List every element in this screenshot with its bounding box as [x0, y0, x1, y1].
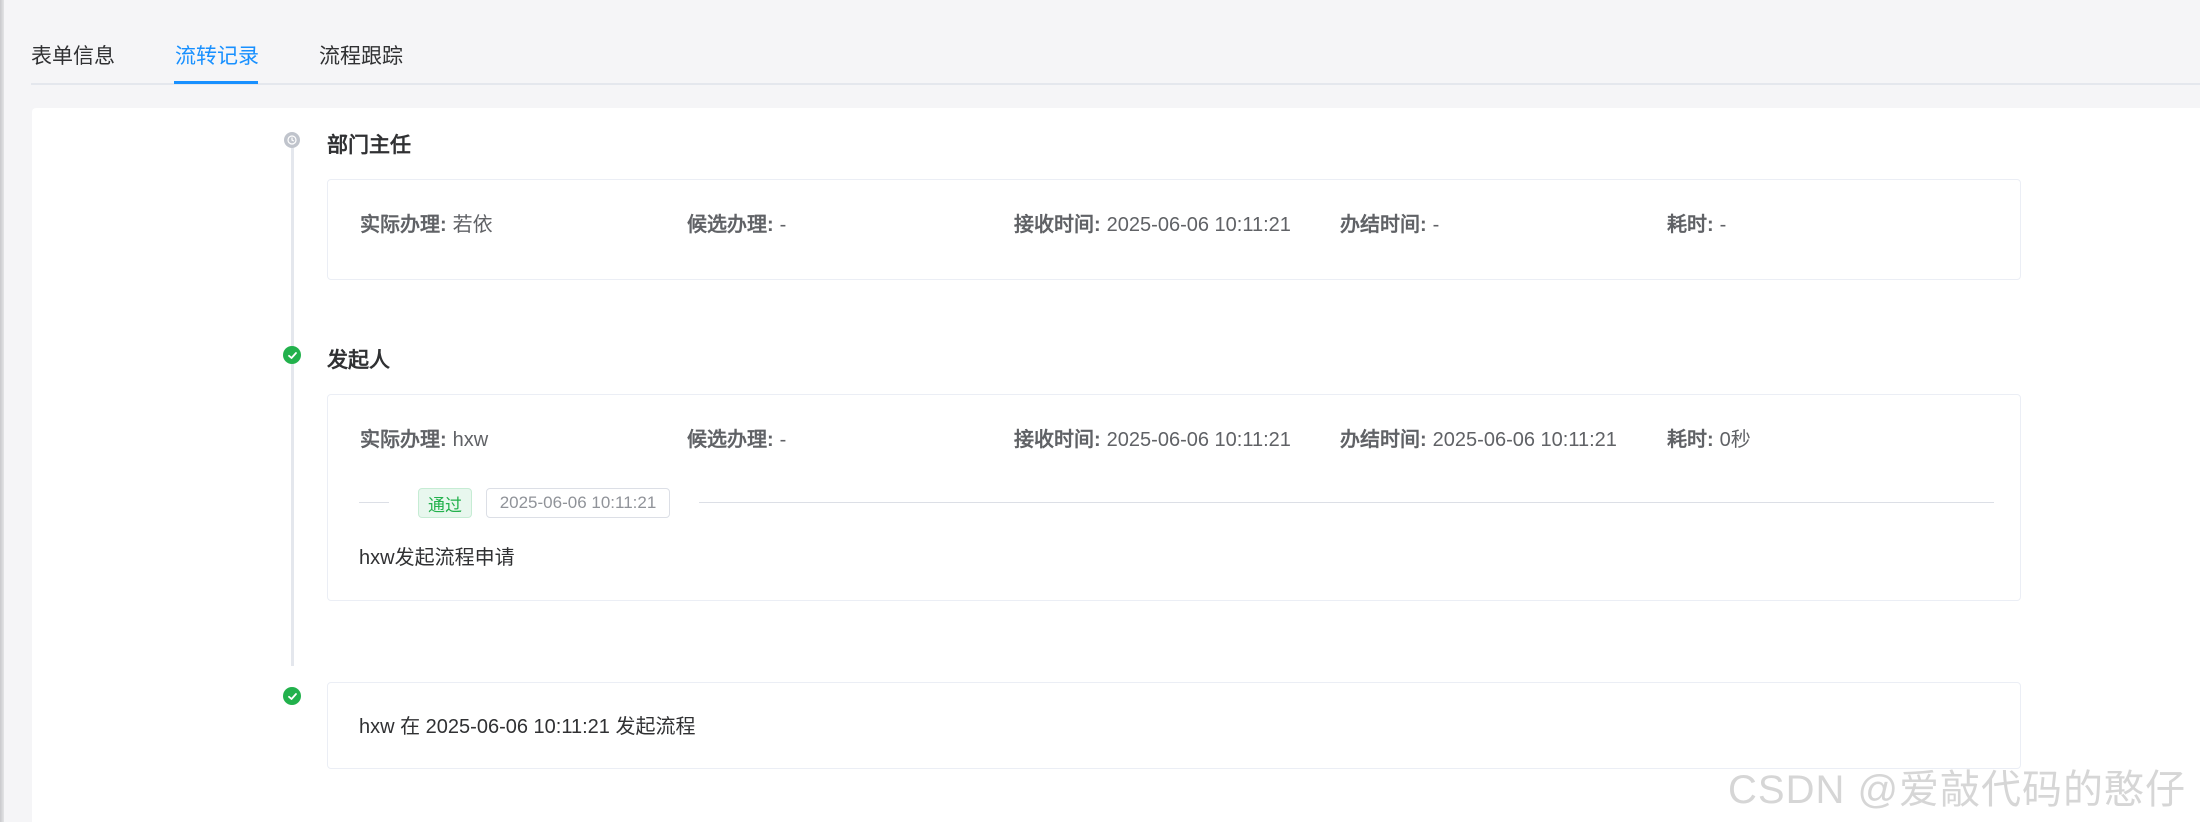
- clock-icon: [284, 132, 300, 148]
- divider-line-right: [699, 502, 1994, 503]
- field-candidate-handler: 候选办理: -: [687, 429, 787, 451]
- field-duration: 耗时: 0秒: [1667, 429, 1751, 451]
- timeline-connector: [291, 148, 294, 348]
- active-tab-indicator: [174, 81, 258, 84]
- check-circle-icon: [283, 687, 301, 705]
- check-circle-icon: [283, 346, 301, 364]
- field-candidate-handler: 候选办理: -: [687, 214, 787, 236]
- tab-flow-records[interactable]: 流转记录: [175, 40, 259, 70]
- tab-bar: 表单信息 流转记录 流程跟踪: [31, 0, 2200, 86]
- node-card-dept-head: 实际办理: 若依 候选办理: - 接收时间: 2025-06-06 10:11:21 …: [327, 179, 2021, 280]
- node-title-dept-head: 部门主任: [327, 134, 411, 157]
- approval-comment: hxw发起流程申请: [359, 547, 515, 569]
- watermark: CSDN @爱敲代码的憨仔: [1728, 768, 2187, 812]
- node-title-initiator: 发起人: [327, 349, 390, 372]
- field-actual-handler: 实际办理: 若依: [360, 214, 493, 236]
- tab-form-info[interactable]: 表单信息: [31, 40, 115, 70]
- node-card-initiator: 实际办理: hxw 候选办理: - 接收时间: 2025-06-06 10:11:21…: [327, 394, 2021, 601]
- field-finish-time: 办结时间: -: [1340, 214, 1440, 236]
- field-duration: 耗时: -: [1667, 214, 1727, 236]
- tab-bar-divider: [31, 83, 2200, 85]
- field-receive-time: 接收时间: 2025-06-06 10:11:21: [1014, 214, 1291, 236]
- approval-status-tag: 通过: [418, 488, 472, 518]
- divider-line-left: [359, 502, 389, 503]
- tab-flow-tracking[interactable]: 流程跟踪: [319, 40, 403, 70]
- window-left-edge: [0, 0, 4, 822]
- approval-time-tag: 2025-06-06 10:11:21: [486, 488, 670, 518]
- node-card-start: hxw 在 2025-06-06 10:11:21 发起流程: [327, 682, 2021, 769]
- timeline-connector: [291, 364, 294, 666]
- field-actual-handler: 实际办理: hxw: [360, 429, 489, 451]
- field-finish-time: 办结时间: 2025-06-06 10:11:21: [1340, 429, 1617, 451]
- field-receive-time: 接收时间: 2025-06-06 10:11:21: [1014, 429, 1291, 451]
- start-event-text: hxw 在 2025-06-06 10:11:21 发起流程: [359, 716, 696, 738]
